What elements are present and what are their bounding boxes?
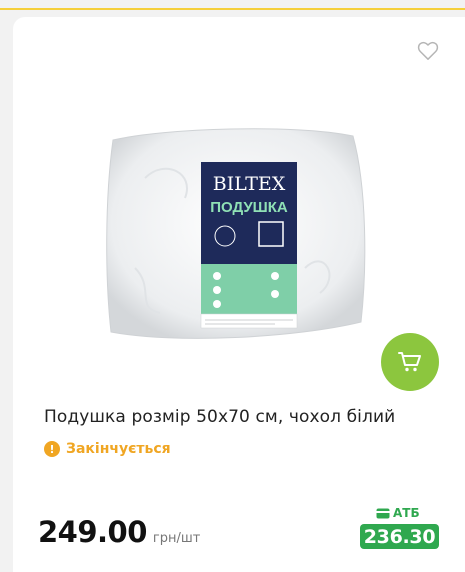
product-title[interactable]: Подушка розмір 50х70 см, чохол білий [44, 407, 444, 427]
add-to-cart-button[interactable] [381, 333, 439, 391]
heart-outline-icon[interactable] [417, 41, 439, 61]
price-block: 249.00 грн/шт [38, 515, 200, 549]
product-image[interactable]: BILTEX ПОДУШКА [105, 118, 371, 358]
store-price: 236.30 [360, 524, 439, 549]
package-name: ПОДУШКА [210, 199, 288, 216]
top-divider [0, 8, 465, 10]
package-brand: BILTEX [213, 173, 286, 195]
price-unit: грн/шт [152, 531, 201, 546]
warning-icon: ! [44, 441, 60, 457]
store-label: АТБ [376, 506, 420, 520]
stock-status: ! Закінчується [44, 441, 171, 457]
cart-icon [398, 352, 421, 372]
store-label-text: АТБ [393, 506, 420, 520]
price-value: 249.00 [38, 515, 147, 549]
card-icon [376, 508, 390, 518]
stock-status-text: Закінчується [66, 441, 171, 457]
